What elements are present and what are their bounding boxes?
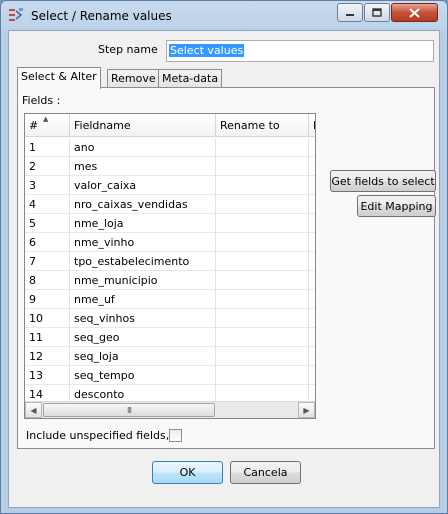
table-row[interactable]: 2 mes	[25, 157, 315, 176]
select-rename-app-icon	[9, 8, 23, 21]
maximize-icon	[372, 8, 382, 17]
arrow-right-icon: ▶	[303, 405, 310, 415]
table-header: # ▲ Fieldname Rename to L	[25, 114, 315, 137]
scrollbar-grip: III	[126, 405, 132, 415]
scroll-right-button[interactable]: ▶	[298, 402, 315, 418]
get-fields-button[interactable]: Get fields to select	[330, 170, 436, 192]
table-row[interactable]: 11 seq_geo	[25, 328, 315, 347]
table-row[interactable]: 4 nro_caixas_vendidas	[25, 195, 315, 214]
scrollbar-thumb[interactable]: III	[43, 403, 215, 417]
table-row[interactable]: 7 tpo_estabelecimento	[25, 252, 315, 271]
table-row[interactable]: 12 seq_loja	[25, 347, 315, 366]
tab-select-alter[interactable]: Select & Alter	[17, 67, 101, 89]
table-row[interactable]: 5 nme_loja	[25, 214, 315, 233]
title-bar[interactable]: Select / Rename values	[1, 1, 447, 29]
horizontal-scrollbar[interactable]: ◀ III ▶	[25, 401, 315, 418]
step-name-input[interactable]: Select values	[166, 40, 434, 62]
close-icon	[409, 7, 420, 18]
window-title: Select / Rename values	[31, 9, 172, 23]
edit-mapping-button[interactable]: Edit Mapping	[357, 195, 436, 217]
table-row[interactable]: 10 seq_vinhos	[25, 309, 315, 328]
sort-ascending-icon: ▲	[43, 115, 49, 123]
step-name-label: Step name	[98, 43, 158, 56]
ok-button[interactable]: OK	[152, 461, 223, 484]
arrow-left-icon: ◀	[30, 405, 37, 415]
column-header-rename-to[interactable]: Rename to	[216, 114, 309, 137]
dialog-window: Select / Rename values Step name Select …	[0, 0, 448, 514]
column-header-fieldname[interactable]: Fieldname	[70, 114, 216, 137]
table-row[interactable]: 3 valor_caixa	[25, 176, 315, 195]
fields-label: Fields :	[22, 94, 61, 107]
table-row[interactable]: 9 nme_uf	[25, 290, 315, 309]
column-header-number[interactable]: # ▲	[25, 114, 70, 137]
tab-remove[interactable]: Remove	[107, 69, 160, 88]
step-name-value: Select values	[169, 44, 245, 57]
close-button[interactable]	[391, 3, 438, 22]
table-body: 1 ano 2 mes 3 valor_caixa 4 nro_caixas_vendi…	[25, 138, 315, 404]
include-unspecified-checkbox[interactable]	[169, 429, 182, 442]
minimize-button[interactable]	[337, 3, 363, 22]
table-row[interactable]: 13 seq_tempo	[25, 366, 315, 385]
dialog-body: Step name Select values Select & Alter R…	[8, 30, 440, 508]
maximize-button[interactable]	[364, 3, 390, 22]
include-unspecified-label: Include unspecified fields,	[26, 429, 170, 442]
tab-meta-data[interactable]: Meta-data	[158, 69, 223, 88]
cancel-button[interactable]: Cancela	[230, 461, 301, 484]
scroll-left-button[interactable]: ◀	[25, 402, 42, 418]
column-header-length[interactable]: L	[309, 114, 315, 137]
table-row[interactable]: 8 nme_municipio	[25, 271, 315, 290]
table-row[interactable]: 6 nme_vinho	[25, 233, 315, 252]
minimize-icon	[346, 13, 354, 16]
select-alter-panel: Fields : # ▲ Fieldname Rename to L 1ano …	[17, 87, 436, 449]
fields-table: # ▲ Fieldname Rename to L 1ano 2mes 3val…	[24, 113, 316, 419]
table-row[interactable]: 1 ano	[25, 138, 315, 157]
